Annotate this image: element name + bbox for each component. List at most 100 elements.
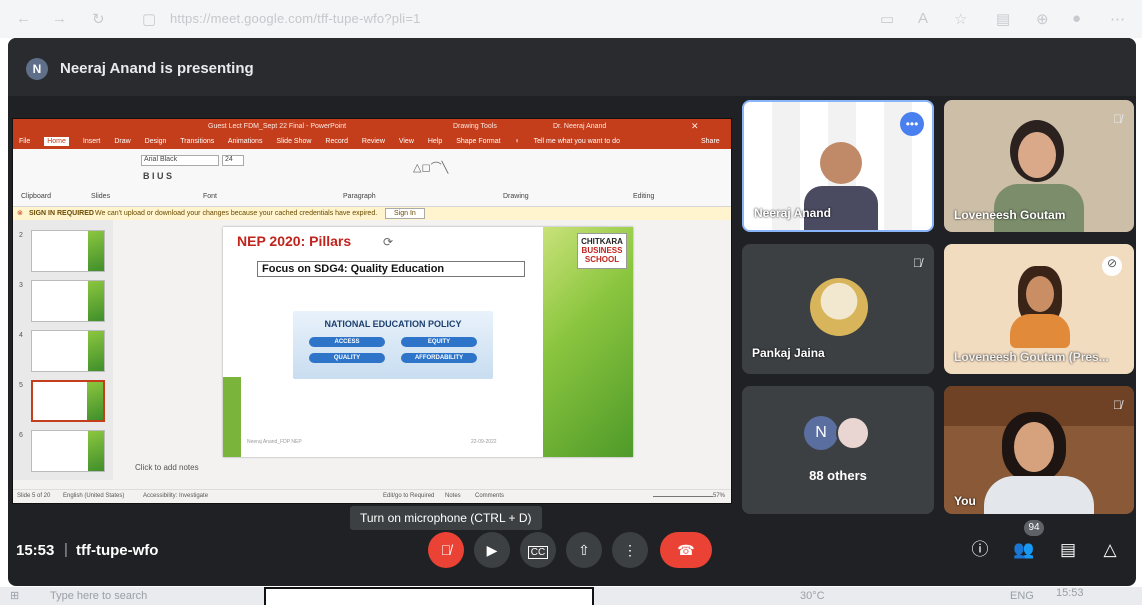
ppt-ribbon: Arial Black 24 B I U S Clipboard Slides … bbox=[13, 149, 731, 207]
reload-icon[interactable]: ↻ bbox=[92, 10, 105, 28]
presenting-bar: N Neeraj Anand is presenting bbox=[8, 38, 1136, 96]
meeting-details-button[interactable]: ⓘ bbox=[964, 534, 996, 566]
sign-in-warning: ⊗ SIGN IN REQUIRED We can't upload or do… bbox=[13, 207, 731, 220]
participant-tile[interactable]: ••• Neeraj Anand bbox=[742, 100, 934, 232]
more-options-button[interactable]: ⋮ bbox=[612, 532, 648, 568]
taskbar-time: 15:53 bbox=[1056, 587, 1084, 599]
start-icon[interactable]: ⊞ bbox=[10, 589, 19, 602]
participant-name: Loveneesh Goutam bbox=[954, 208, 1066, 222]
ppt-tab: Draw bbox=[114, 138, 131, 145]
pillar-pill: EQUITY bbox=[401, 337, 477, 347]
meet-controls: 15:53 | tff-tupe-wfo 🎙̸ ▶ CC ⇧ ⋮ ☎ ⓘ 👥 9… bbox=[8, 508, 1136, 586]
nep-graphic: NATIONAL EDUCATION POLICY ACCESS EQUITY … bbox=[293, 311, 493, 379]
participant-name: Neeraj Anand bbox=[754, 206, 831, 220]
thumb-number: 2 bbox=[19, 232, 23, 239]
others-tile[interactable]: N 88 others bbox=[742, 386, 934, 514]
separator: | bbox=[64, 541, 68, 558]
tab-icon[interactable]: ▭ bbox=[880, 10, 894, 28]
font-size-box: 24 bbox=[222, 155, 244, 166]
status-language: English (United States) bbox=[63, 493, 125, 499]
present-button[interactable]: ⇧ bbox=[566, 532, 602, 568]
presenter-avatar: N bbox=[26, 58, 48, 80]
slide-thumbnails: 2 3 4 5 6 bbox=[13, 220, 113, 480]
extensions-icon[interactable]: ⊕ bbox=[1036, 10, 1049, 28]
ppt-tab: Help bbox=[427, 138, 443, 145]
mic-toggle-button[interactable]: 🎙̸ bbox=[428, 532, 464, 568]
captions-button[interactable]: CC bbox=[520, 532, 556, 568]
profile-icon[interactable]: ● bbox=[1072, 10, 1081, 27]
slide-thumbnail bbox=[31, 430, 105, 472]
favorites-icon[interactable]: ☆ bbox=[954, 10, 967, 28]
participant-face bbox=[820, 142, 862, 184]
rotate-handle-icon: ⟳ bbox=[383, 235, 394, 249]
logo-text: SCHOOL bbox=[584, 255, 620, 264]
status-comments: Comments bbox=[475, 493, 505, 499]
font-name-box: Arial Black bbox=[141, 155, 219, 166]
meet-window: N Neeraj Anand is presenting Guest Lect … bbox=[8, 38, 1136, 586]
taskbar-search[interactable]: Type here to search bbox=[50, 590, 147, 602]
lightbulb-icon: ♀ bbox=[514, 138, 520, 145]
mic-off-icon: 🎙̸ bbox=[1113, 398, 1122, 412]
ribbon-group-label: Editing bbox=[633, 193, 655, 200]
others-count: 88 others bbox=[809, 468, 867, 483]
portrait-robe bbox=[1010, 314, 1070, 348]
pillar-pill: ACCESS bbox=[309, 337, 385, 347]
others-avatar: N bbox=[804, 416, 838, 450]
thumb-number: 4 bbox=[19, 332, 23, 339]
chat-button[interactable]: ▤ bbox=[1052, 534, 1084, 566]
collections-icon[interactable]: ▤ bbox=[996, 10, 1010, 28]
address-bar[interactable]: https://meet.google.com/tff-tupe-wfo?pli… bbox=[170, 11, 421, 26]
participant-face bbox=[1014, 422, 1054, 472]
ppt-tab: Slide Show bbox=[276, 138, 312, 145]
taskbar-lang: ENG bbox=[1010, 590, 1034, 602]
others-avatar-photo bbox=[836, 416, 870, 450]
ribbon-group-label: Clipboard bbox=[21, 193, 51, 200]
logo-text: BUSINESS bbox=[581, 246, 623, 255]
activities-button[interactable]: △ bbox=[1094, 534, 1126, 566]
more-options-icon[interactable]: ••• bbox=[900, 112, 924, 136]
status-notes: Notes bbox=[445, 493, 461, 499]
back-icon[interactable]: ← bbox=[16, 10, 31, 27]
ppt-tab: Review bbox=[361, 138, 385, 145]
mic-off-icon: 🎙̸ bbox=[913, 256, 922, 270]
drawing-tools-label: Drawing Tools bbox=[453, 123, 497, 130]
ppt-tab: Shape Format bbox=[456, 138, 501, 145]
more-icon[interactable]: ⋯ bbox=[1110, 10, 1125, 28]
forward-icon[interactable]: → bbox=[52, 10, 67, 27]
shapes-gallery-icon: △◻⌒╲ bbox=[413, 162, 449, 174]
shared-screen-powerpoint: Guest Lect FDM_Sept 22 Final - PowerPoin… bbox=[12, 118, 732, 504]
meeting-time: 15:53 bbox=[16, 542, 55, 559]
status-edit: Edit/go to Required bbox=[383, 493, 435, 499]
warning-label: SIGN IN REQUIRED bbox=[29, 210, 94, 217]
participant-tile[interactable]: 🎙̸ Loveneesh Goutam bbox=[944, 100, 1134, 232]
people-button[interactable]: 👥 bbox=[1008, 534, 1040, 566]
participant-face bbox=[1018, 132, 1056, 178]
participant-name: Pankaj Jaina bbox=[752, 346, 825, 360]
slide-thumbnail bbox=[31, 330, 105, 372]
logo-text: CHITKARA bbox=[581, 237, 623, 246]
participant-tile-self[interactable]: 🎙̸ You bbox=[944, 386, 1134, 514]
read-aloud-icon[interactable]: A bbox=[918, 10, 928, 27]
present-icon: ⇧ bbox=[578, 542, 590, 558]
more-vert-icon: ⋮ bbox=[623, 542, 637, 558]
captions-icon: CC bbox=[527, 546, 549, 559]
camera-toggle-button[interactable]: ▶ bbox=[474, 532, 510, 568]
windows-taskbar: ⊞ Type here to search 30°C ENG 15:53 bbox=[0, 587, 1142, 605]
leave-call-button[interactable]: ☎ bbox=[660, 532, 712, 568]
tell-me-box: Tell me what you want to do bbox=[533, 138, 620, 145]
chitkara-logo: CHITKARA BUSINESS SCHOOL bbox=[577, 233, 627, 269]
meeting-code: tff-tupe-wfo bbox=[76, 542, 159, 559]
status-zoom: 57% bbox=[713, 493, 726, 499]
slide-date: 22-09-2022 bbox=[471, 439, 497, 445]
thumb-number: 5 bbox=[19, 382, 23, 389]
thumb-number: 6 bbox=[19, 432, 23, 439]
participant-tile[interactable]: 🎙̸ Pankaj Jaina bbox=[742, 244, 934, 374]
ribbon-group-label: Font bbox=[203, 193, 218, 200]
bold-icon: B I U S bbox=[143, 171, 173, 181]
camera-icon: ▶ bbox=[486, 542, 498, 558]
participant-tile[interactable]: ⊘ Loveneesh Goutam (Pres... bbox=[944, 244, 1134, 374]
chat-icon: ▤ bbox=[1059, 540, 1077, 559]
slide-footer: Neeraj Anand_FDP NEP bbox=[247, 439, 302, 445]
end-call-icon: ☎ bbox=[677, 542, 695, 558]
portrait-face bbox=[1026, 276, 1054, 312]
